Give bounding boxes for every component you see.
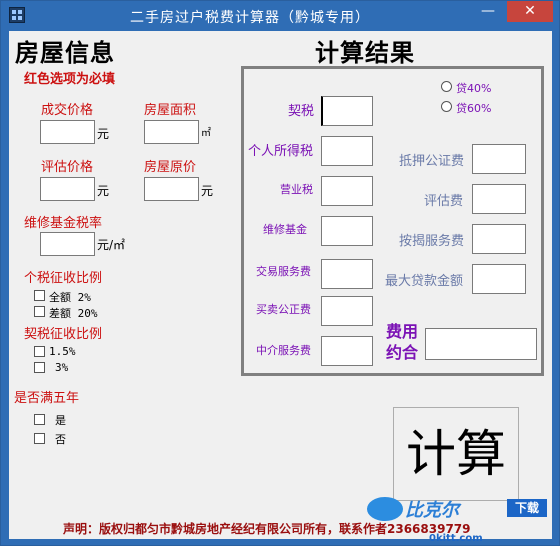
close-button[interactable]: ✕ bbox=[507, 1, 553, 22]
transaction-fee-output[interactable] bbox=[321, 259, 373, 289]
assess-price-label: 评估价格 bbox=[41, 160, 94, 175]
deed-tax-label: 契税征收比例 bbox=[24, 327, 103, 342]
assess-price-input[interactable] bbox=[40, 177, 95, 201]
footer-disclaimer: 声明：版权归都匀市黔城房地产经纪有限公司所有，联系作者2366839779 bbox=[63, 522, 471, 536]
agency-fee-label: 中介服务费 bbox=[256, 344, 311, 357]
area-input[interactable] bbox=[144, 120, 199, 144]
app-window: 二手房过户税费计算器（黔城专用） — ✕ 房屋信息 红色选项为必填 成交价格 房… bbox=[0, 0, 560, 546]
required-note: 红色选项为必填 bbox=[24, 72, 116, 87]
max-loan-output[interactable] bbox=[472, 264, 526, 294]
client-area: 房屋信息 红色选项为必填 成交价格 房屋面积 元 ㎡ 评估价格 房屋原价 元 元… bbox=[9, 31, 552, 544]
mortgage-service-output[interactable] bbox=[472, 224, 526, 254]
area-unit: ㎡ bbox=[201, 128, 211, 139]
calculate-button[interactable]: 计算 bbox=[393, 407, 519, 501]
orig-price-input[interactable] bbox=[144, 177, 199, 201]
deal-price-input[interactable] bbox=[40, 120, 95, 144]
deal-price-label: 成交价格 bbox=[41, 103, 94, 118]
deal-price-unit: 元 bbox=[97, 127, 110, 141]
income-tax-full-checkbox[interactable] bbox=[34, 290, 45, 301]
mortgage-notary-label: 抵押公证费 bbox=[399, 154, 465, 169]
business-tax-output[interactable] bbox=[321, 176, 373, 206]
agency-fee-output[interactable] bbox=[321, 336, 373, 366]
window-title: 二手房过户税费计算器（黔城专用） bbox=[130, 10, 370, 26]
watermark-site: 0kitt.com bbox=[429, 533, 483, 544]
five-years-no-checkbox[interactable] bbox=[34, 433, 45, 444]
maintenance-fund-label: 维修基金 bbox=[263, 223, 307, 236]
five-years-yes-label: 是 bbox=[55, 414, 66, 427]
assess-fee-label: 评估费 bbox=[424, 194, 464, 209]
deed-tax-3-checkbox[interactable] bbox=[34, 362, 45, 373]
income-tax-full-label: 全额 2% bbox=[49, 291, 91, 304]
watermark-logo-text: 比克尔 bbox=[405, 500, 459, 521]
notary-fee-label: 买卖公正费 bbox=[256, 303, 311, 316]
loan-60-radio[interactable] bbox=[441, 101, 452, 112]
minimize-button[interactable]: — bbox=[477, 4, 499, 23]
income-tax-result-label: 个人所得税 bbox=[248, 144, 314, 159]
five-years-yes-checkbox[interactable] bbox=[34, 414, 45, 425]
deed-tax-15-checkbox[interactable] bbox=[34, 346, 45, 357]
orig-price-label: 房屋原价 bbox=[144, 160, 197, 175]
fund-rate-label: 维修基金税率 bbox=[24, 216, 103, 231]
loan-40-radio[interactable] bbox=[441, 81, 452, 92]
title-bar: 二手房过户税费计算器（黔城专用） — ✕ bbox=[1, 1, 559, 31]
max-loan-label: 最大贷款金额 bbox=[385, 274, 464, 289]
download-badge: 下载 bbox=[507, 499, 547, 517]
fund-rate-input[interactable] bbox=[40, 232, 95, 256]
loan-60-label: 贷60% bbox=[456, 102, 492, 115]
maintenance-fund-output[interactable] bbox=[321, 216, 373, 246]
result-heading: 计算结果 bbox=[315, 38, 415, 67]
five-years-no-label: 否 bbox=[55, 433, 66, 446]
notary-fee-output[interactable] bbox=[321, 296, 373, 326]
deed-tax-output[interactable] bbox=[321, 96, 373, 126]
house-info-heading: 房屋信息 bbox=[15, 38, 115, 67]
total-fee-output[interactable] bbox=[425, 328, 537, 360]
loan-40-label: 贷40% bbox=[456, 82, 492, 95]
five-years-label: 是否满五年 bbox=[14, 391, 80, 406]
assess-fee-output[interactable] bbox=[472, 184, 526, 214]
area-label: 房屋面积 bbox=[144, 103, 197, 118]
income-tax-output[interactable] bbox=[321, 136, 373, 166]
total-fee-label: 费用约合 bbox=[386, 322, 419, 362]
income-tax-diff-label: 差额 20% bbox=[49, 307, 98, 320]
income-tax-diff-checkbox[interactable] bbox=[34, 306, 45, 317]
income-tax-label: 个税征收比例 bbox=[24, 271, 103, 286]
deed-tax-15-label: 1.5% bbox=[49, 345, 76, 358]
mortgage-notary-output[interactable] bbox=[472, 144, 526, 174]
deed-tax-result-label: 契税 bbox=[288, 104, 315, 119]
fund-rate-unit: 元/㎡ bbox=[97, 238, 126, 252]
watermark-logo-icon bbox=[367, 497, 403, 521]
mortgage-service-label: 按揭服务费 bbox=[399, 234, 465, 249]
orig-price-unit: 元 bbox=[201, 184, 214, 198]
business-tax-label: 营业税 bbox=[280, 183, 313, 196]
transaction-fee-label: 交易服务费 bbox=[256, 265, 311, 278]
assess-price-unit: 元 bbox=[97, 184, 110, 198]
deed-tax-3-label: 3% bbox=[55, 361, 69, 374]
